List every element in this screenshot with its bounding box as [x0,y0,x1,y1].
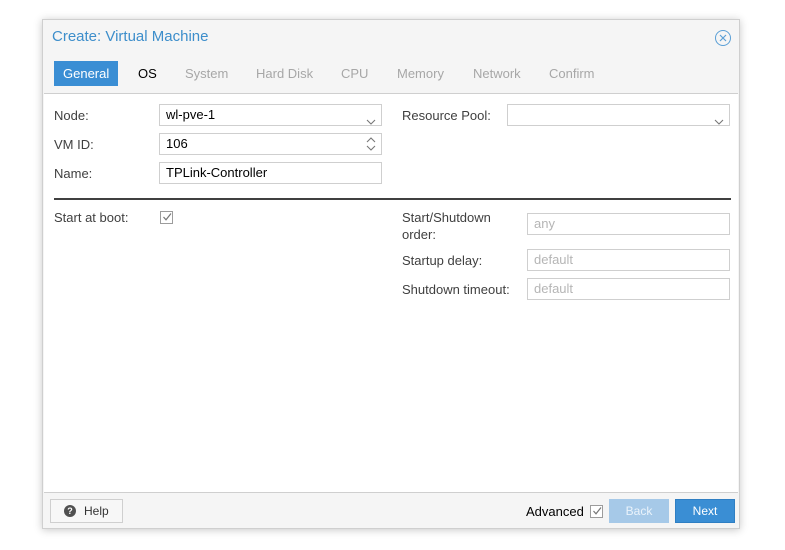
node-select[interactable]: wl-pve-1 [159,104,382,126]
startup-order-label-line2: order: [402,227,436,242]
tab-network: Network [473,66,521,81]
tab-memory: Memory [397,66,444,81]
advanced-label: Advanced [526,504,584,519]
dialog-title: Create: Virtual Machine [52,28,209,45]
start-at-boot-label: Start at boot: [54,210,129,225]
shutdown-timeout-label: Shutdown timeout: [402,282,510,297]
name-value: TPLink-Controller [166,165,268,180]
dialog-footer: ? Help Advanced Back Next [43,492,739,528]
general-panel: Node: wl-pve-1 VM ID: 106 Name: TPLink-C… [44,93,738,493]
startup-delay-placeholder: default [534,252,574,267]
name-label: Name: [54,166,93,181]
advanced-separator [54,198,731,200]
resource-pool-select[interactable] [507,104,730,126]
create-vm-dialog: Create: Virtual Machine General OS Syste… [42,19,740,529]
tab-cpu: CPU [341,66,369,81]
tab-confirm: Confirm [549,66,595,81]
shutdown-timeout-placeholder: default [534,281,574,296]
startup-order-placeholder: any [534,216,555,231]
vmid-value: 106 [166,136,188,151]
chevron-down-icon [366,111,376,131]
help-button[interactable]: ? Help [50,499,123,523]
node-label: Node: [54,108,89,123]
tab-general[interactable]: General [54,61,119,86]
tab-hard-disk: Hard Disk [256,66,314,81]
vmid-spinner-field[interactable]: 106 [159,133,382,155]
back-button[interactable]: Back [609,499,669,523]
advanced-checkbox[interactable] [590,505,603,518]
tab-system: System [185,66,229,81]
vmid-label: VM ID: [54,137,94,152]
help-button-label: Help [84,504,109,518]
tab-os[interactable]: OS [138,61,157,86]
next-button[interactable]: Next [675,499,735,523]
start-at-boot-checkbox[interactable] [160,211,173,224]
chevron-down-icon [714,111,724,131]
close-icon[interactable] [715,30,731,46]
checkmark-icon [163,213,172,221]
question-circle-icon: ? [64,505,76,517]
startup-delay-input[interactable]: default [527,249,730,271]
name-input[interactable]: TPLink-Controller [159,162,382,184]
startup-order-label-line1: Start/Shutdown [402,210,491,225]
up-down-spinner-icon[interactable] [366,136,376,158]
shutdown-timeout-input[interactable]: default [527,278,730,300]
startup-order-input[interactable]: any [527,213,730,235]
node-value: wl-pve-1 [166,107,216,122]
resource-pool-label: Resource Pool: [402,108,491,123]
startup-delay-label: Startup delay: [402,253,483,268]
checkmark-icon [593,507,602,515]
